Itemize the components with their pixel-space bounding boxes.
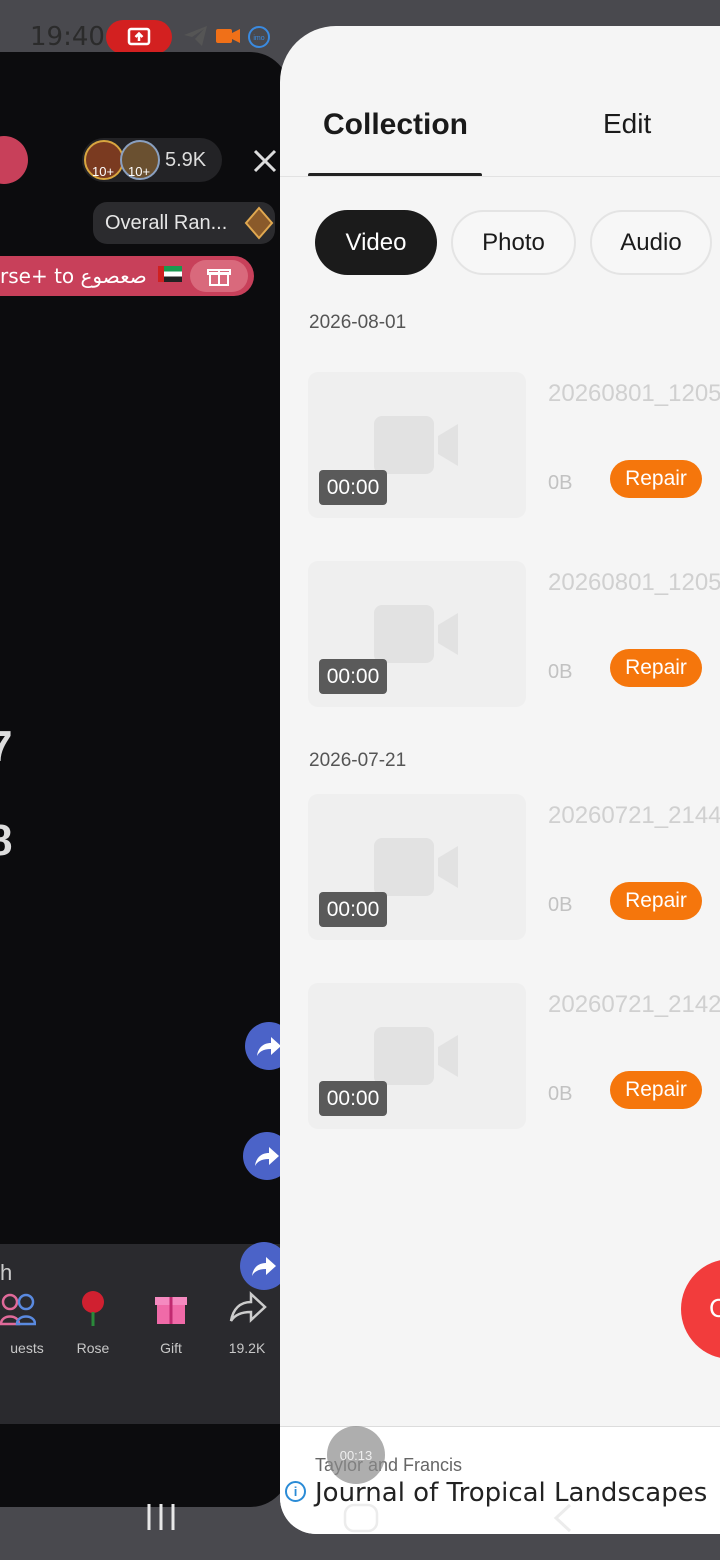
duration-badge: 00:00	[319, 892, 387, 927]
info-icon[interactable]: i	[285, 1481, 306, 1502]
back-icon[interactable]	[548, 1502, 578, 1534]
status-time: 19:40	[30, 22, 105, 52]
repair-button[interactable]: Repair	[610, 882, 702, 920]
file-size: 0B	[548, 661, 573, 683]
repair-button[interactable]: Repair	[610, 460, 702, 498]
imo-icon: imo	[248, 26, 270, 48]
tab-edit[interactable]: Edit	[603, 108, 651, 140]
file-size: 0B	[548, 1083, 573, 1105]
list-item[interactable]: 00:00 20260721_2142 0B Repair	[308, 983, 720, 1133]
video-recorder-icon	[216, 29, 240, 43]
live-stream-panel: 10+ 10+ 5.9K Overall Ran... rse+ to صعصو…	[0, 52, 290, 1507]
viewer-badge-1: 10+	[92, 164, 115, 179]
svg-text:imo: imo	[253, 35, 264, 42]
record-fab-label: C	[709, 1293, 720, 1323]
rose-icon[interactable]	[75, 1288, 111, 1328]
gift-chip[interactable]	[190, 260, 248, 292]
screen-record-indicator[interactable]	[106, 20, 172, 54]
video-camera-icon	[374, 1027, 458, 1085]
repair-button[interactable]: Repair	[610, 649, 702, 687]
file-size: 0B	[548, 894, 573, 916]
file-name: 20260721_2144	[548, 802, 720, 829]
record-fab[interactable]: C	[681, 1259, 720, 1359]
uae-flag-icon	[158, 266, 182, 282]
file-name: 20260721_2142	[548, 991, 720, 1018]
comment-input-label[interactable]: h	[0, 1260, 12, 1286]
file-name: 20260801_1205	[548, 380, 720, 407]
guests-icon[interactable]	[0, 1292, 36, 1326]
telegram-icon	[184, 26, 207, 46]
gift-banner-text: rse+ to صعصوع	[0, 264, 147, 288]
duration-badge: 00:00	[319, 470, 387, 505]
ranking-badge-icon	[244, 206, 274, 240]
ranking-label: Overall Ran...	[105, 212, 228, 234]
file-size: 0B	[548, 472, 573, 494]
filter-photo[interactable]: Photo	[451, 210, 576, 275]
share-arrow-icon	[252, 1257, 276, 1276]
bottom-label-guests: uests	[10, 1340, 44, 1356]
share-icon[interactable]	[228, 1290, 268, 1324]
viewer-count: 5.9K	[165, 149, 207, 171]
bottom-label-share-count: 19.2K	[228, 1340, 266, 1356]
filter-audio[interactable]: Audio	[590, 210, 712, 275]
overlay-digit-2: 8	[0, 816, 13, 865]
duration-badge: 00:00	[319, 1081, 387, 1116]
home-icon[interactable]	[342, 1502, 380, 1534]
header-divider	[280, 176, 720, 177]
repair-button[interactable]: Repair	[610, 1071, 702, 1109]
screen: 19:40 imo 10+ 10+ 5.9K Overall Ran... rs…	[0, 0, 720, 1560]
duration-badge: 00:00	[319, 659, 387, 694]
viewer-badge-2: 10+	[128, 164, 151, 179]
share-arrow-icon	[257, 1037, 281, 1056]
bottom-label-gift: Gift	[160, 1340, 182, 1356]
video-camera-icon	[374, 605, 458, 663]
recorder-app-panel: Collection Edit Video Photo Audio 2026-0…	[280, 26, 720, 1534]
filter-video[interactable]: Video	[315, 210, 437, 275]
recent-apps-icon[interactable]	[144, 1502, 178, 1532]
floating-timer[interactable]: 00:13	[327, 1426, 385, 1484]
date-header: 2026-08-01	[309, 312, 407, 333]
bottom-label-rose: Rose	[76, 1340, 110, 1356]
video-camera-icon	[374, 838, 458, 896]
gift-box-icon[interactable]	[152, 1288, 190, 1328]
file-name: 20260801_1205	[548, 569, 720, 596]
video-camera-icon	[374, 416, 458, 474]
list-item[interactable]: 00:00 20260801_1205 0B Repair	[308, 561, 720, 711]
date-header: 2026-07-21	[309, 750, 407, 771]
share-arrow-icon	[255, 1147, 279, 1166]
gift-icon	[207, 269, 231, 286]
screen-cast-icon	[127, 27, 151, 46]
follow-button[interactable]	[0, 136, 28, 184]
overlay-digit-1: 7	[0, 722, 13, 771]
list-item[interactable]: 00:00 20260721_2144 0B Repair	[308, 794, 720, 944]
close-icon[interactable]	[250, 146, 280, 176]
tab-collection[interactable]: Collection	[323, 108, 468, 142]
list-item[interactable]: 00:00 20260801_1205 0B Repair	[308, 372, 720, 522]
